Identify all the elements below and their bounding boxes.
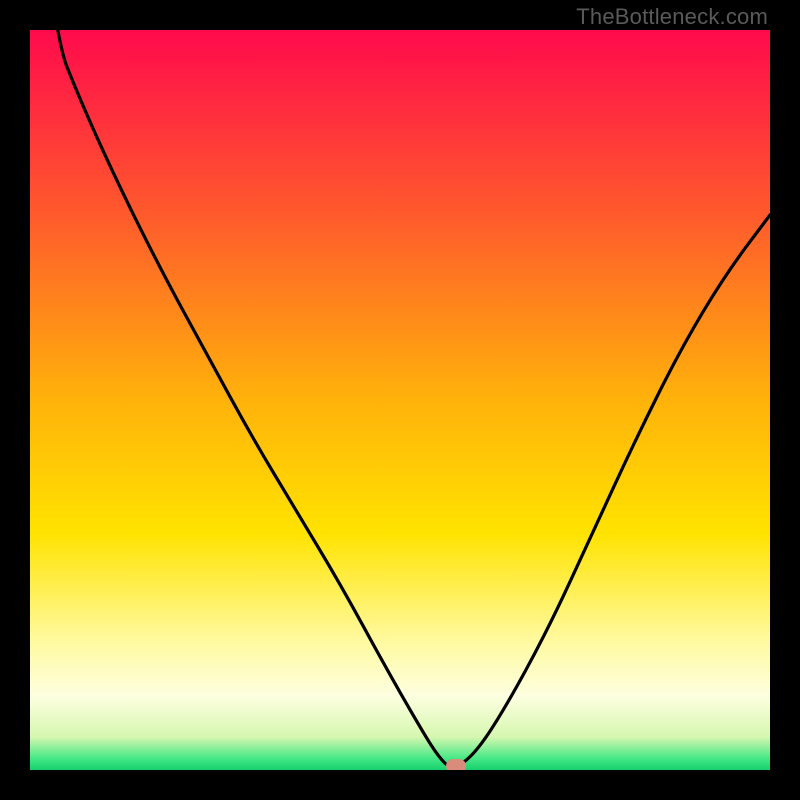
bottleneck-curve — [30, 30, 770, 770]
chart-frame: TheBottleneck.com — [0, 0, 800, 800]
plot-area — [30, 30, 770, 770]
watermark-text: TheBottleneck.com — [576, 4, 768, 30]
optimal-marker — [446, 759, 466, 770]
